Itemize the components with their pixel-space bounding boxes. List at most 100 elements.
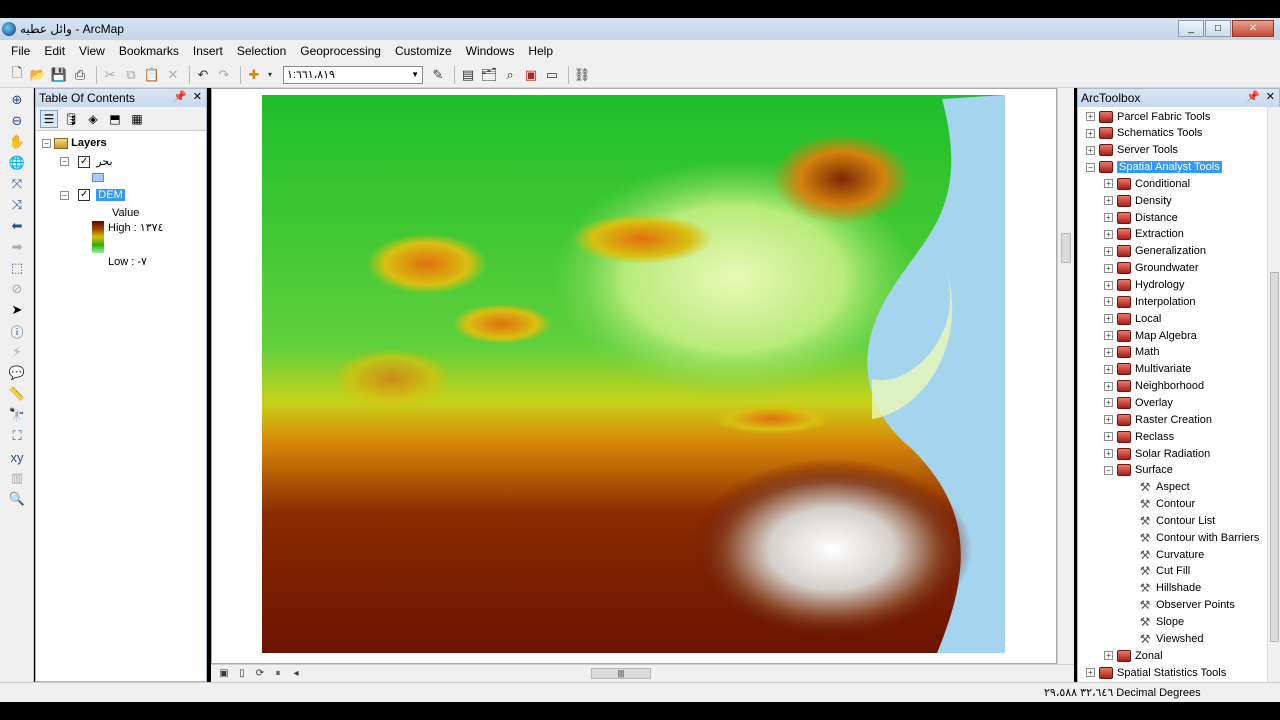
- expand-icon[interactable]: +: [1104, 364, 1113, 374]
- find-icon[interactable]: 🔭: [6, 406, 28, 424]
- save-icon[interactable]: 💾: [50, 66, 68, 84]
- editor-toolbar-icon[interactable]: ✎: [429, 66, 447, 84]
- layer-visibility-checkbox[interactable]: ✓: [78, 155, 91, 168]
- print-icon[interactable]: ⎙: [71, 66, 89, 84]
- collapse-icon[interactable]: −: [1086, 162, 1095, 172]
- tool-item[interactable]: ⚒ Observer Points: [1134, 597, 1235, 614]
- expand-icon[interactable]: +: [1104, 196, 1113, 206]
- list-by-visibility-icon[interactable]: ◈: [84, 110, 102, 128]
- toolset-item[interactable]: + Groundwater: [1104, 260, 1199, 277]
- map-vertical-scrollbar[interactable]: [1057, 88, 1074, 664]
- horizontal-scrollbar-thumb[interactable]: |||: [591, 668, 651, 679]
- toolset-item[interactable]: + Math: [1104, 344, 1159, 361]
- pin-icon[interactable]: 📌: [1246, 91, 1260, 103]
- expand-icon[interactable]: +: [1104, 314, 1113, 324]
- close-icon[interactable]: ✕: [1266, 91, 1275, 103]
- menu-file[interactable]: File: [4, 44, 37, 58]
- toolset-item[interactable]: + Zonal: [1104, 647, 1163, 664]
- expand-icon[interactable]: +: [1104, 381, 1113, 391]
- toolset-item[interactable]: + Distance: [1104, 209, 1178, 226]
- toolset-surface[interactable]: − Surface: [1104, 462, 1173, 479]
- identify-icon[interactable]: ⓘ: [6, 322, 28, 340]
- list-by-source-icon[interactable]: 🛢: [62, 110, 80, 128]
- layout-view-icon[interactable]: ▯: [235, 667, 249, 681]
- model-builder-icon[interactable]: ⛓: [573, 66, 591, 84]
- back-arrow-icon[interactable]: ⬅: [6, 217, 28, 235]
- toolbox-item[interactable]: + Server Tools: [1086, 142, 1178, 159]
- expand-icon[interactable]: +: [1086, 145, 1095, 155]
- time-slider-icon[interactable]: ▥: [6, 469, 28, 487]
- select-elements-icon[interactable]: ➤: [6, 301, 28, 319]
- zoom-out-icon[interactable]: ⊖: [6, 112, 28, 130]
- tool-item[interactable]: ⚒ Viewshed: [1134, 630, 1204, 647]
- color-ramp-swatch[interactable]: [92, 221, 104, 253]
- map-display[interactable]: [211, 88, 1057, 664]
- expand-icon[interactable]: +: [1104, 651, 1113, 661]
- toolset-item[interactable]: + Reclass: [1104, 428, 1174, 445]
- layer-sea[interactable]: − ✓ بحر: [60, 155, 113, 168]
- layers-root[interactable]: − Layers: [42, 137, 107, 149]
- expand-icon[interactable]: +: [1104, 246, 1113, 256]
- toolset-item[interactable]: + Density: [1104, 192, 1172, 209]
- python-window-icon[interactable]: ▭: [543, 66, 561, 84]
- new-document-icon[interactable]: 🗋: [8, 65, 26, 84]
- expand-icon[interactable]: +: [1086, 128, 1095, 138]
- collapse-icon[interactable]: −: [60, 157, 69, 166]
- fixed-zoom-out-icon[interactable]: ⤨: [6, 196, 28, 214]
- cut-icon[interactable]: ✂: [101, 66, 119, 84]
- expand-icon[interactable]: +: [1104, 331, 1113, 341]
- menu-insert[interactable]: Insert: [186, 44, 230, 58]
- expand-icon[interactable]: +: [1104, 297, 1113, 307]
- expand-icon[interactable]: +: [1104, 432, 1113, 442]
- scrollbar-thumb[interactable]: [1061, 233, 1071, 263]
- undo-icon[interactable]: ↶: [194, 66, 212, 84]
- expand-icon[interactable]: +: [1104, 449, 1113, 458]
- copy-icon[interactable]: ⧉: [122, 66, 140, 84]
- scrollbar-thumb[interactable]: [1270, 272, 1279, 642]
- toolset-item[interactable]: + Raster Creation: [1104, 411, 1212, 428]
- toolbox-spatial-analyst[interactable]: − Spatial Analyst Tools: [1086, 159, 1222, 176]
- toolset-item[interactable]: + Extraction: [1104, 226, 1184, 243]
- list-by-drawing-order-icon[interactable]: ☰: [40, 109, 58, 128]
- fixed-zoom-in-icon[interactable]: ⤧: [6, 175, 28, 193]
- toolset-item[interactable]: + Conditional: [1104, 175, 1190, 192]
- maximize-button[interactable]: □: [1205, 20, 1231, 37]
- menu-view[interactable]: View: [72, 44, 112, 58]
- tool-item[interactable]: ⚒ Hillshade: [1134, 580, 1202, 597]
- menu-edit[interactable]: Edit: [37, 44, 72, 58]
- expand-icon[interactable]: +: [1104, 213, 1113, 223]
- zoom-in-icon[interactable]: ⊕: [6, 91, 28, 109]
- toolset-item[interactable]: + Neighborhood: [1104, 378, 1204, 395]
- expand-icon[interactable]: +: [1104, 347, 1113, 357]
- pin-icon[interactable]: 📌: [173, 91, 187, 103]
- arctoolbox-scrollbar[interactable]: [1267, 107, 1280, 683]
- menu-selection[interactable]: Selection: [230, 44, 293, 58]
- table-of-contents-icon[interactable]: ▤: [459, 66, 477, 84]
- layer-visibility-checkbox[interactable]: ✓: [78, 189, 91, 201]
- create-viewer-icon[interactable]: 🔍: [6, 490, 28, 508]
- menu-geoprocessing[interactable]: Geoprocessing: [293, 44, 388, 58]
- toolset-item[interactable]: + Local: [1104, 310, 1161, 327]
- pause-drawing-icon[interactable]: ⏸: [271, 667, 285, 681]
- tool-item[interactable]: ⚒ Cut Fill: [1134, 563, 1191, 580]
- expand-icon[interactable]: +: [1104, 398, 1113, 408]
- arctoolbox-icon[interactable]: ▣: [522, 66, 540, 84]
- expand-icon[interactable]: +: [1086, 668, 1095, 678]
- tool-item[interactable]: ⚒ Curvature: [1134, 546, 1205, 563]
- toolset-item[interactable]: + Generalization: [1104, 243, 1206, 260]
- collapse-icon[interactable]: −: [1104, 465, 1113, 475]
- expand-icon[interactable]: +: [1104, 179, 1113, 189]
- hyperlink-icon[interactable]: ⚡: [6, 343, 28, 361]
- find-route-icon[interactable]: ⛶: [6, 427, 28, 445]
- dropdown-arrow-icon[interactable]: ▾: [266, 66, 274, 84]
- tool-item[interactable]: ⚒ Slope: [1134, 614, 1185, 631]
- go-to-xy-icon[interactable]: xy: [6, 448, 28, 466]
- tool-item[interactable]: ⚒ Aspect: [1134, 479, 1190, 496]
- menu-help[interactable]: Help: [521, 44, 560, 58]
- measure-icon[interactable]: 📏: [6, 385, 28, 403]
- forward-arrow-icon[interactable]: ➡: [6, 238, 28, 256]
- clear-selection-icon[interactable]: ⊘: [6, 280, 28, 298]
- toolbox-item[interactable]: + Spatial Statistics Tools: [1086, 664, 1226, 681]
- tool-item[interactable]: ⚒ Contour List: [1134, 512, 1216, 529]
- toolset-item[interactable]: + Map Algebra: [1104, 327, 1197, 344]
